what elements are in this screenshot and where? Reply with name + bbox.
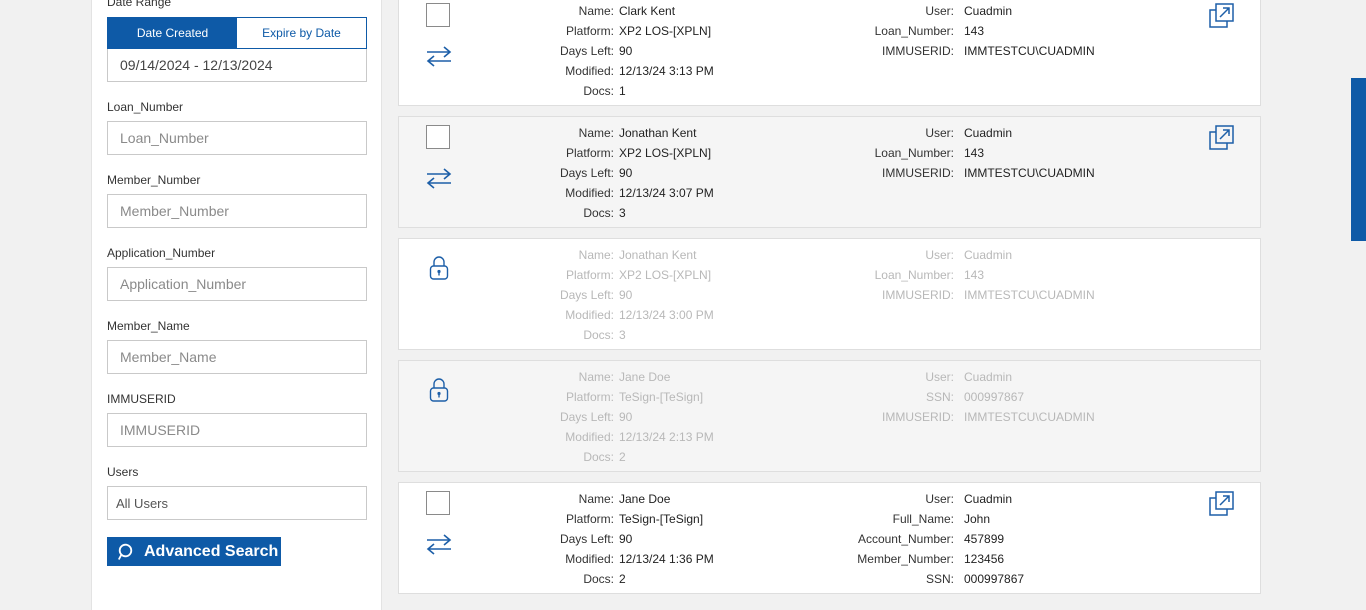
modified-key: Modified:	[565, 186, 614, 200]
tab-date-created[interactable]: Date Created	[108, 18, 237, 48]
modified-value: 12/13/24 3:13 PM	[619, 64, 714, 78]
loan-number-key: Loan_Number:	[874, 268, 954, 282]
loan-number-input[interactable]	[107, 121, 367, 155]
immuserid-value: IMMTESTCU\CUADMIN	[964, 410, 1095, 424]
user-value: Cuadmin	[964, 248, 1013, 262]
immuserid-value: IMMTESTCU\CUADMIN	[964, 166, 1095, 180]
result-card[interactable]: Name: Clark Kent Platform: XP2 LOS-[XPLN] …	[398, 0, 1261, 106]
ssn-key: SSN:	[925, 390, 954, 404]
loan-number-value: 143	[964, 24, 985, 38]
result-metadata: User: Cuadmin Loan_Number: 143 IMMUSERID: I…	[399, 1, 1095, 61]
modified-key: Modified:	[565, 430, 614, 444]
full-name-value: John	[964, 512, 991, 526]
member-name-label: Member_Name	[107, 319, 190, 333]
modified-value: 12/13/24 3:00 PM	[619, 308, 714, 322]
loan-number-value: 143	[964, 146, 985, 160]
locked-result-card: Name: Jonathan Kent Platform: XP2 LOS-[XPL…	[398, 238, 1261, 350]
locked-result-card: Name: Jane Doe Platform: TeSign-[TeSign] D…	[398, 360, 1261, 472]
member-name-input[interactable]	[107, 340, 367, 374]
member-number-input[interactable]	[107, 194, 367, 228]
docs-key: Docs:	[583, 328, 614, 342]
docs-value: 1	[619, 84, 626, 98]
account-number-key: Account_Number:	[857, 532, 954, 546]
search-icon	[118, 543, 133, 560]
result-metadata: User: Cuadmin SSN: 000997867 IMMUSERID: IMM…	[399, 367, 1095, 427]
modified-key: Modified:	[565, 308, 614, 322]
advanced-search-button[interactable]: Advanced Search	[107, 537, 281, 566]
immuserid-key: IMMUSERID:	[882, 410, 954, 424]
date-range-picker[interactable]: 09/14/2024 - 12/13/2024	[107, 49, 367, 82]
immuserid-label: IMMUSERID	[107, 392, 176, 406]
modified-key: Modified:	[565, 64, 614, 78]
loan-number-value: 143	[964, 268, 985, 282]
date-range-label: Date Range	[107, 0, 172, 9]
ssn-value: 000997867	[964, 390, 1025, 404]
loan-number-key: Loan_Number:	[874, 24, 954, 38]
user-value: Cuadmin	[964, 492, 1013, 506]
user-key: User:	[925, 126, 954, 140]
docs-value: 3	[619, 328, 626, 342]
immuserid-input[interactable]	[107, 413, 367, 447]
date-type-tabs: Date Created Expire by Date	[107, 17, 367, 49]
immuserid-value: IMMTESTCU\CUADMIN	[964, 44, 1095, 58]
immuserid-key: IMMUSERID:	[882, 166, 954, 180]
loan-number-label: Loan_Number	[107, 100, 184, 114]
user-key: User:	[925, 248, 954, 262]
docs-value: 2	[619, 450, 626, 464]
external-link-icon[interactable]	[1209, 3, 1235, 29]
ssn-value: 000997867	[964, 572, 1025, 586]
users-select[interactable]: All Users	[107, 486, 367, 520]
modified-value: 12/13/24 2:13 PM	[619, 430, 714, 444]
users-label: Users	[107, 465, 139, 479]
side-panel-tab[interactable]	[1351, 78, 1366, 241]
immuserid-value: IMMTESTCU\CUADMIN	[964, 288, 1095, 302]
account-number-value: 457899	[964, 532, 1005, 546]
application-number-input[interactable]	[107, 267, 367, 301]
docs-key: Docs:	[583, 450, 614, 464]
user-value: Cuadmin	[964, 4, 1013, 18]
advanced-search-label: Advanced Search	[144, 542, 279, 560]
user-value: Cuadmin	[964, 126, 1013, 140]
user-key: User:	[925, 4, 954, 18]
loan-number-key: Loan_Number:	[874, 146, 954, 160]
application-number-label: Application_Number	[107, 246, 216, 260]
docs-value: 3	[619, 206, 626, 220]
full-name-key: Full_Name:	[892, 512, 954, 526]
result-card[interactable]: Name: Jonathan Kent Platform: XP2 LOS-[XPL…	[398, 116, 1261, 228]
result-metadata: User: Cuadmin Full_Name: John Account_Numb…	[399, 489, 1024, 589]
filter-panel: Date Range Date Created Expire by Date 0…	[91, 0, 382, 610]
result-metadata: User: Cuadmin Loan_Number: 143 IMMUSERID: I…	[399, 123, 1095, 183]
user-key: User:	[925, 370, 954, 384]
external-link-icon[interactable]	[1209, 491, 1235, 517]
user-value: Cuadmin	[964, 370, 1013, 384]
user-key: User:	[925, 492, 954, 506]
ssn-key: SSN:	[925, 572, 954, 586]
immuserid-key: IMMUSERID:	[882, 288, 954, 302]
immuserid-key: IMMUSERID:	[882, 44, 954, 58]
member-number-value: 123456	[964, 552, 1005, 566]
tab-expire-by-date[interactable]: Expire by Date	[237, 18, 366, 48]
external-link-icon[interactable]	[1209, 125, 1235, 151]
modified-value: 12/13/24 3:07 PM	[619, 186, 714, 200]
docs-key: Docs:	[583, 206, 614, 220]
result-card[interactable]: Name: Jane Doe Platform: TeSign-[TeSign] D…	[398, 482, 1261, 594]
member-number-label: Member_Number	[107, 173, 201, 187]
member-number-key: Member_Number:	[857, 552, 954, 566]
docs-key: Docs:	[583, 84, 614, 98]
result-metadata: User: Cuadmin Loan_Number: 143 IMMUSERID: I…	[399, 245, 1095, 305]
